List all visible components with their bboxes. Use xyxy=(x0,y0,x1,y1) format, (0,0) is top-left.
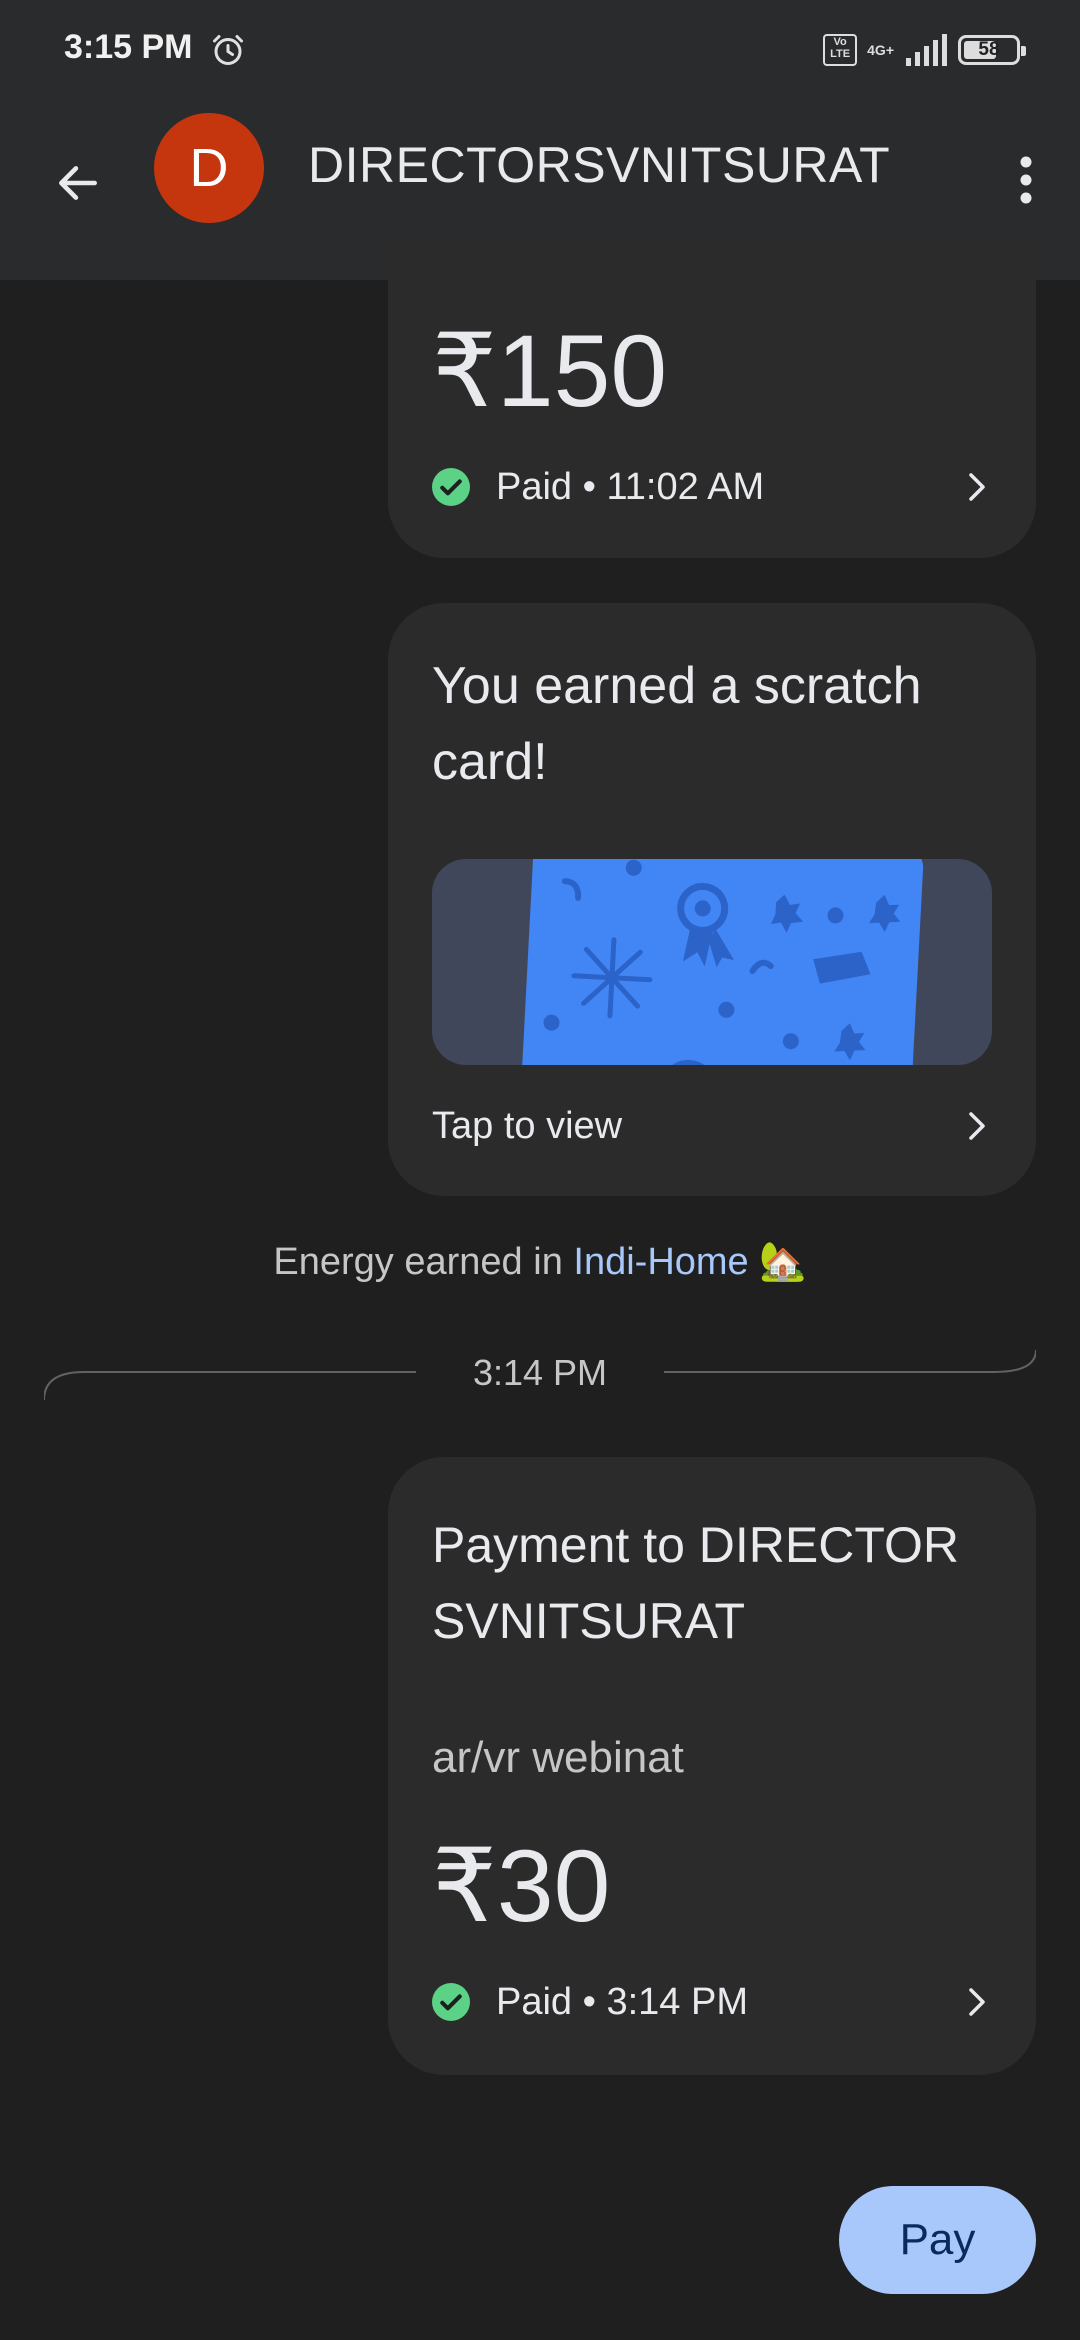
tap-to-view-row[interactable]: Tap to view xyxy=(432,1101,992,1151)
alarm-icon xyxy=(213,35,243,65)
contact-name[interactable]: DIRECTORSVNITSURAT xyxy=(308,136,890,194)
payment-amount: ₹150 xyxy=(432,314,668,428)
network-type: 4G+ xyxy=(867,42,894,58)
signal-icon xyxy=(906,34,947,66)
status-icons: Vo LTE 4G+ 58 xyxy=(823,30,1026,70)
volte-icon: Vo LTE xyxy=(823,34,858,66)
scratch-card-image xyxy=(521,859,924,1065)
payment-status: Paid • 3:14 PM xyxy=(496,1980,748,2023)
battery-icon: 58 xyxy=(958,35,1026,65)
more-options-button[interactable] xyxy=(996,140,1056,220)
indi-home-link[interactable]: Indi-Home xyxy=(573,1241,748,1283)
timestamp-divider: 3:14 PM xyxy=(472,1352,608,1393)
avatar[interactable]: D xyxy=(154,113,264,223)
status-bar: 3:15 PM Vo LTE 4G+ 58 xyxy=(0,0,1080,100)
payment-amount: ₹30 xyxy=(432,1829,611,1943)
tap-to-view-label: Tap to view xyxy=(432,1104,623,1147)
back-button[interactable] xyxy=(40,145,116,221)
chevron-right-icon xyxy=(969,1112,985,1140)
chevron-right-icon xyxy=(969,1988,985,2016)
energy-prefix: Energy earned in xyxy=(273,1241,574,1283)
payment-title: Payment to DIRECTORSVNITSURAT xyxy=(432,1517,960,1649)
payment-card-latest[interactable]: Payment to DIRECTORSVNITSURAT ar/vr webi… xyxy=(388,1457,1036,2075)
scratch-card-message[interactable]: You earned a scratch card! Tap to view xyxy=(388,603,1036,1196)
pay-button[interactable]: Pay xyxy=(839,2186,1036,2294)
energy-earned-note: Energy earned in Indi-Home 🏡 xyxy=(0,1240,1080,1284)
payment-status-row[interactable]: Paid • 11:02 AM xyxy=(432,462,992,512)
house-emoji-icon: 🏡 xyxy=(759,1241,807,1283)
more-vert-icon xyxy=(1020,156,1032,204)
check-circle-icon xyxy=(432,1983,470,2021)
scratch-card-preview[interactable] xyxy=(432,859,992,1065)
check-circle-icon xyxy=(432,468,470,506)
payment-status-row[interactable]: Paid • 3:14 PM xyxy=(432,1977,992,2027)
back-arrow-icon xyxy=(59,166,97,200)
scratch-card-title: You earned a scratch card! xyxy=(432,657,922,791)
chevron-right-icon xyxy=(969,473,985,501)
payment-card-previous[interactable]: ₹150 Paid • 11:02 AM xyxy=(388,240,1036,558)
status-time: 3:15 PM xyxy=(64,28,193,66)
battery-level: 58 xyxy=(978,39,1000,60)
payment-note: ar/vr webinat xyxy=(432,1733,684,1782)
payment-status: Paid • 11:02 AM xyxy=(496,465,765,508)
